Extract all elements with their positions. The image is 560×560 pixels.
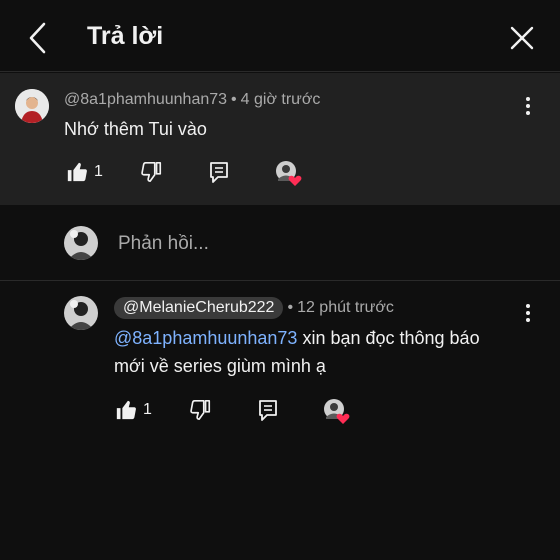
user-avatar-photo-icon (15, 89, 49, 123)
comment-text-line1: xin bạn đọc thông báo (297, 328, 480, 348)
more-dot (526, 111, 530, 115)
comment-text: Nhớ thêm Tui vào (64, 119, 207, 139)
reply-comment-icon (259, 400, 277, 421)
reply-composer (0, 205, 560, 281)
heart-icon (276, 161, 302, 186)
back-arrow-icon (29, 22, 46, 54)
avatar[interactable] (15, 89, 49, 123)
comment-meta: @MelanieCherub222 • 12 phút trước (114, 297, 394, 319)
more-vertical-icon (526, 304, 530, 308)
like-button[interactable]: 1 (115, 399, 152, 421)
dislike-button[interactable] (141, 161, 163, 183)
comment-meta: @8a1phamhuunhan73 • 4 giờ trước (64, 91, 320, 109)
comment-text: @8a1phamhuunhan73 xin bạn đọc thông báo (114, 324, 480, 352)
avatar[interactable] (64, 296, 98, 330)
separator-dot: • (231, 91, 237, 108)
thumbs-up-icon (116, 400, 136, 420)
reply-comment-icon (210, 162, 228, 183)
thumbs-down-icon (141, 162, 162, 182)
comment-time: 4 giờ trước (240, 91, 321, 108)
back-button[interactable] (22, 20, 54, 56)
comment-text-line2: mới về series giùm mình ạ (114, 356, 326, 376)
like-button[interactable]: 1 (66, 161, 103, 183)
top-bar: Trả lời (0, 0, 560, 72)
separator-dot: • (287, 299, 294, 316)
parent-comment: @8a1phamhuunhan73 • 4 giờ trước Nhớ thêm T… (0, 73, 560, 205)
close-icon (510, 26, 534, 50)
close-button[interactable] (506, 22, 538, 54)
reply-input[interactable] (118, 231, 498, 257)
more-dot (526, 318, 530, 322)
reply-button[interactable] (258, 399, 278, 421)
thumbs-down-icon (190, 400, 211, 420)
more-dot (526, 104, 530, 108)
comment-author[interactable]: @8a1phamhuunhan73 (64, 91, 227, 108)
like-count: 1 (94, 163, 103, 180)
creator-heart (275, 160, 302, 186)
heart-icon (324, 399, 350, 424)
more-options-button[interactable] (518, 299, 538, 327)
comment-time: 12 phút trước (297, 299, 394, 316)
user-avatar-icon (64, 226, 98, 260)
more-vertical-icon (526, 97, 530, 101)
dislike-button[interactable] (190, 399, 212, 421)
reply-button[interactable] (209, 161, 229, 183)
page-title: Trả lời (87, 22, 164, 50)
user-avatar-icon (64, 296, 98, 330)
like-count: 1 (143, 401, 152, 418)
creator-heart (323, 398, 350, 424)
comment-author-chip[interactable]: @MelanieCherub222 (114, 297, 284, 319)
more-options-button[interactable] (518, 92, 538, 120)
more-dot (526, 311, 530, 315)
mention-link[interactable]: @8a1phamhuunhan73 (114, 328, 297, 348)
thumbs-up-icon (67, 162, 87, 182)
avatar (64, 226, 98, 260)
